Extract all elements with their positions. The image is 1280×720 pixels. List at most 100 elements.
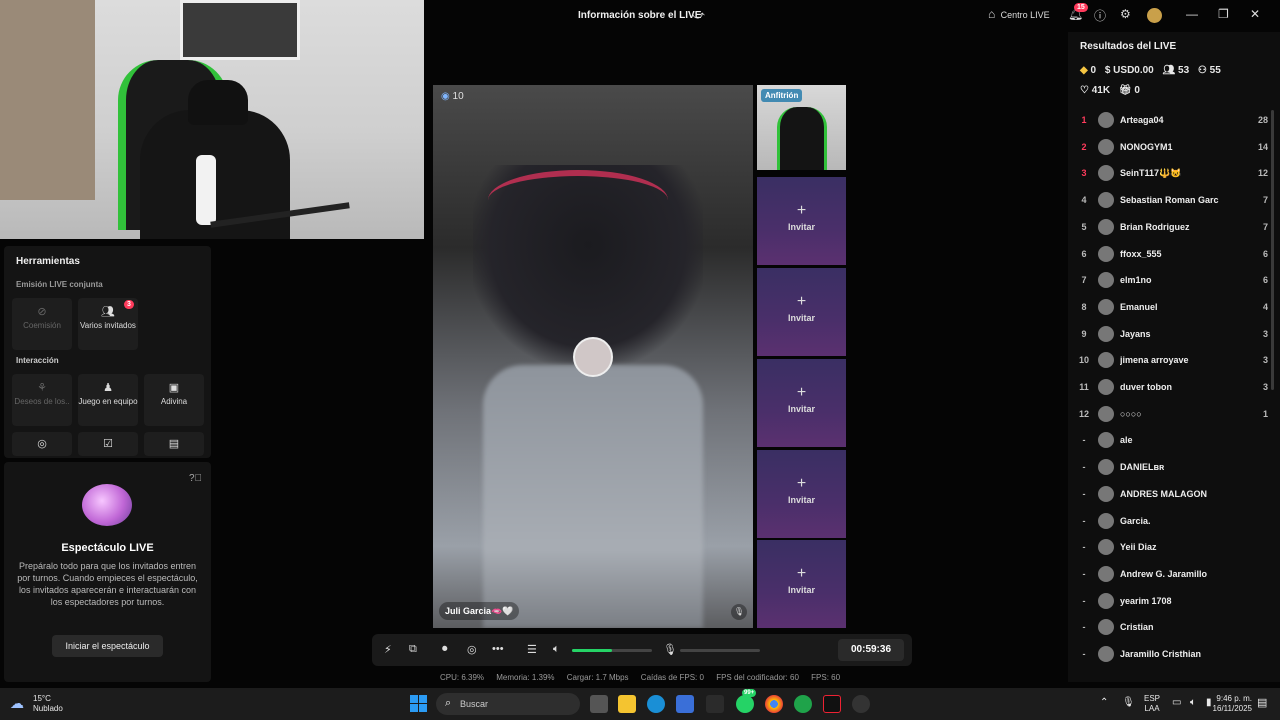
minimize-icon[interactable]: — [1186, 7, 1198, 21]
avatar[interactable] [1098, 325, 1114, 342]
list-item[interactable]: 4 Sebastian Roman Garc 7 [1068, 187, 1268, 213]
mic-muted-icon[interactable]: 🎙︎ [731, 604, 747, 620]
share-icon[interactable]: ⤻ [692, 8, 705, 23]
list-item[interactable]: - Andrew G. Jaramillo [1068, 561, 1268, 587]
avatar[interactable] [1098, 352, 1114, 369]
maximize-icon[interactable]: ❐ [1218, 7, 1229, 21]
speaker-icon[interactable]: 🔈︎ [553, 643, 560, 656]
invite-slot-2[interactable]: + Invitar [757, 268, 846, 356]
avatar[interactable] [1098, 112, 1114, 128]
list-item[interactable]: 6 ffoxx_555 6 [1068, 241, 1268, 267]
windows-start-icon[interactable] [410, 695, 428, 713]
avatar[interactable] [1098, 218, 1114, 235]
coemision-button[interactable]: ⊘ Coemisión [12, 298, 72, 350]
file-explorer-icon[interactable] [618, 695, 636, 713]
avatar[interactable] [1098, 592, 1114, 609]
list-item[interactable]: - Yeii Diaz [1068, 534, 1268, 560]
list-item[interactable]: 8 Emanuel 4 [1068, 294, 1268, 320]
language-indicator[interactable]: ESP LAA [1144, 694, 1160, 714]
list-item[interactable]: - Jaramillo Cristhian [1068, 641, 1268, 667]
whatsapp-icon[interactable]: 99+ [736, 689, 757, 713]
store-tool-button[interactable]: ▤ [144, 432, 204, 456]
host-thumbnail[interactable]: Anfitrión [757, 85, 846, 170]
checklist-tool-button[interactable]: ☑ [78, 432, 138, 456]
varios-invitados-button[interactable]: 👥︎ Varios invitados 3 [78, 298, 138, 350]
avatar[interactable] [1098, 138, 1114, 155]
avatar[interactable] [1098, 379, 1114, 395]
list-item[interactable]: 7 elm1no 6 [1068, 267, 1268, 293]
chevron-up-icon[interactable]: ⌃ [1100, 697, 1108, 708]
list-item[interactable]: 3 SeinT117🔱😺 12 [1068, 160, 1268, 186]
list-item[interactable]: 2 NONOGYM1 14 [1068, 134, 1268, 160]
ranking-list[interactable]: 1 Arteaga04 28 2 NONOGYM1 14 3 SeinT117🔱😺 12 4 Seb… [1068, 107, 1274, 682]
help-icon[interactable]: ⓘ [1094, 7, 1106, 24]
avatar[interactable] [1098, 165, 1114, 182]
sliders-icon[interactable]: ☰ [527, 643, 537, 656]
list-item[interactable]: - ANDRES MALAGON [1068, 481, 1268, 507]
edge-icon[interactable] [647, 695, 665, 713]
avatar[interactable] [1098, 298, 1114, 315]
more-icon[interactable]: ••• [492, 643, 504, 655]
target-tool-button[interactable]: ◎ [12, 432, 72, 456]
avatar[interactable] [1098, 565, 1114, 582]
green-app-icon[interactable] [794, 695, 812, 713]
list-item[interactable]: 10 jimena arroyave 3 [1068, 347, 1268, 373]
avatar[interactable] [1098, 485, 1114, 502]
list-item[interactable]: - Garcia. [1068, 508, 1268, 534]
list-item[interactable]: 5 Brian Rodriguez 7 [1068, 214, 1268, 240]
settings-icon[interactable]: ⚙ [1120, 7, 1131, 21]
avatar[interactable] [1098, 245, 1114, 262]
centro-live-button[interactable]: ⌂ Centro LIVE [988, 7, 1050, 21]
avatar[interactable] [1098, 405, 1114, 422]
clock[interactable]: 9:46 p. m. 16/11/2025 [1208, 694, 1252, 714]
list-item[interactable]: - Cristian [1068, 614, 1268, 640]
notifications-button[interactable]: 🔔︎ 15 [1068, 3, 1088, 21]
list-item[interactable]: - DANIELʙʀ [1068, 454, 1268, 480]
guest-video[interactable]: ◉ 10 Juli Garcia🫦🤍 🎙︎ [433, 85, 753, 628]
avatar[interactable] [1098, 512, 1114, 529]
start-show-button[interactable]: Iniciar el espectáculo [52, 635, 163, 657]
invite-slot-3[interactable]: + Invitar [757, 359, 846, 447]
camera-icon[interactable]: ◎ [467, 643, 477, 656]
tiktok-icon[interactable] [823, 695, 841, 713]
store-icon[interactable] [676, 695, 694, 713]
notification-center-icon[interactable]: ▤ [1257, 696, 1267, 709]
invite-slot-1[interactable]: + Invitar [757, 177, 846, 265]
weather-widget[interactable]: ☁ [10, 695, 24, 713]
juego-equipo-button[interactable]: ♟ Juego en equipo [78, 374, 138, 426]
avatar[interactable] [1098, 459, 1114, 476]
screen-share-icon[interactable]: ⧉ [409, 643, 417, 656]
taskbar-search[interactable]: ⌕ Buscar [436, 693, 580, 715]
invite-slot-4[interactable]: + Invitar [757, 450, 846, 538]
help-circle-icon[interactable]: ?⃝ [189, 473, 202, 484]
avatar[interactable] [1098, 272, 1114, 289]
list-item[interactable]: - ale [1068, 427, 1268, 453]
list-item[interactable]: 12 ○○○○ 1 [1068, 401, 1268, 427]
deseos-button[interactable]: ⚘ Deseos de los.. [12, 374, 72, 426]
triangle-app-icon[interactable] [706, 695, 724, 713]
close-icon[interactable]: ✕ [1250, 7, 1260, 21]
obs-icon[interactable] [852, 695, 870, 713]
volume-icon[interactable]: 🔈︎ [1190, 697, 1196, 708]
list-item[interactable]: 1 Arteaga04 28 [1068, 107, 1268, 133]
microphone-tray-icon[interactable]: 🎙︎ [1122, 697, 1135, 708]
speaker-volume-slider[interactable] [572, 649, 652, 652]
list-item[interactable]: - yearim 1708 [1068, 588, 1268, 614]
record-icon[interactable]: ⏺ [442, 643, 448, 656]
list-item[interactable]: 11 duver tobon 3 [1068, 374, 1268, 400]
chrome-icon[interactable] [765, 695, 783, 713]
avatar[interactable] [1147, 8, 1162, 23]
avatar[interactable] [1098, 192, 1114, 209]
avatar[interactable] [1098, 619, 1114, 636]
adivina-button[interactable]: ▣ Adivina [144, 374, 204, 426]
display-icon[interactable]: ▭ [1172, 697, 1181, 708]
list-item[interactable]: 9 Jayans 3 [1068, 321, 1268, 347]
invite-slot-5[interactable]: + Invitar [757, 540, 846, 628]
avatar[interactable] [1098, 539, 1114, 556]
task-view-icon[interactable] [590, 695, 608, 713]
microphone-icon[interactable]: 🎙︎ [663, 643, 677, 656]
scrollbar[interactable] [1271, 110, 1274, 390]
avatar[interactable] [1098, 432, 1114, 449]
avatar[interactable] [1098, 646, 1114, 662]
mic-volume-slider[interactable] [680, 649, 760, 652]
